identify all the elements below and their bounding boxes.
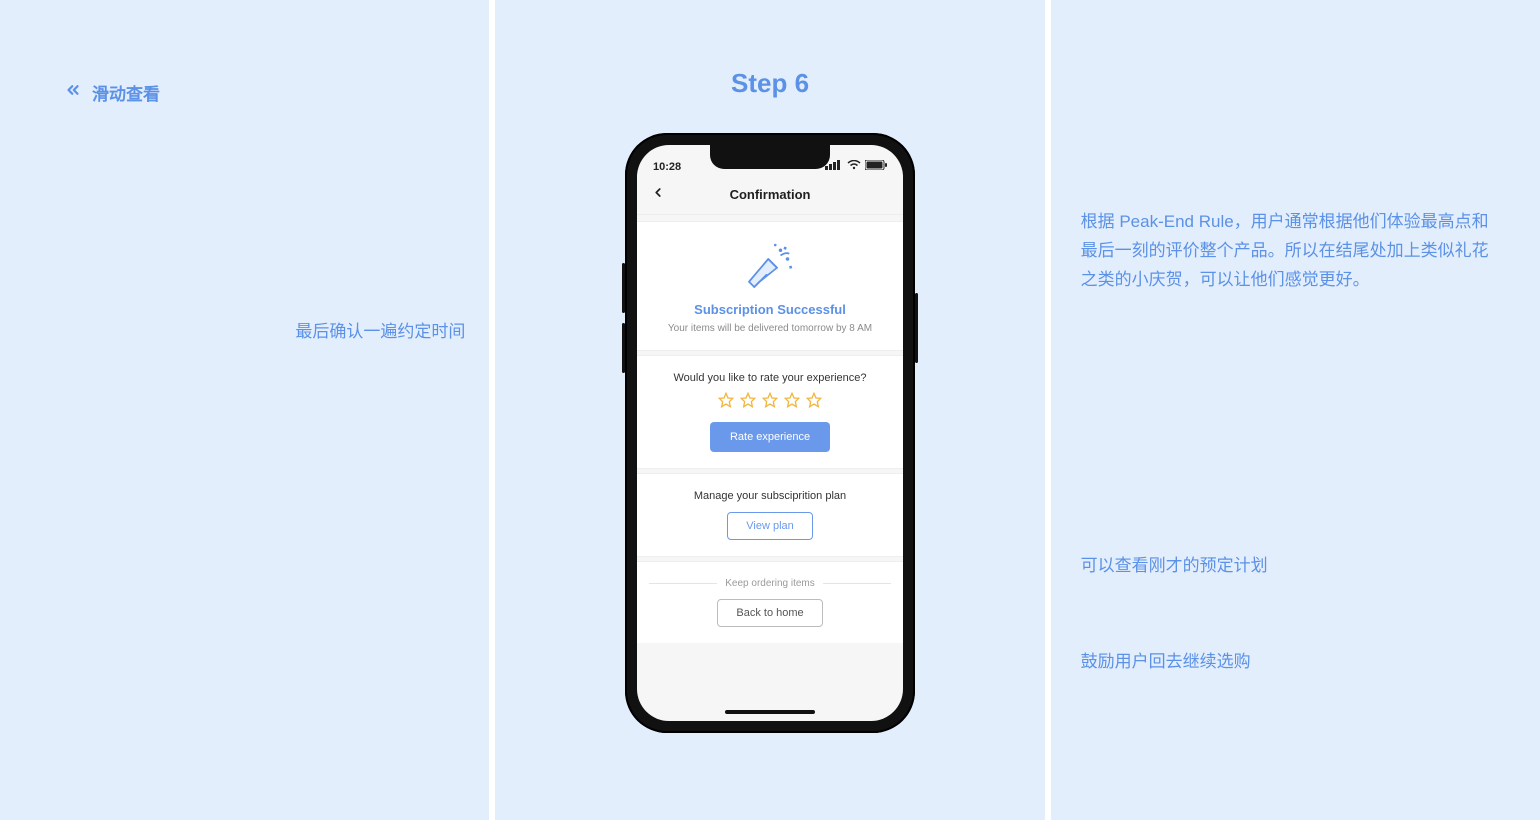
- keep-ordering-separator: Keep ordering items: [649, 578, 891, 589]
- swipe-label: 滑动查看: [92, 80, 160, 105]
- phone-screen: 10:28: [637, 145, 903, 721]
- notch: [710, 145, 830, 169]
- annotation-view-plan: 可以查看刚才的预定计划: [1081, 552, 1268, 581]
- annotation-left-delivery: 最后确认一遍约定时间: [295, 318, 465, 347]
- status-indicators: [825, 160, 887, 173]
- screen-title: Confirmation: [730, 187, 811, 202]
- swipe-hint: 滑动查看: [64, 80, 459, 105]
- app-topbar: Confirmation: [637, 175, 903, 215]
- left-panel: 滑动查看 最后确认一遍约定时间: [0, 0, 489, 820]
- rate-experience-button[interactable]: Rate experience: [710, 422, 830, 452]
- phone-frame: 10:28: [625, 133, 915, 733]
- chevrons-left-icon: [64, 81, 82, 104]
- manage-title: Manage your subsciprition plan: [694, 490, 846, 502]
- home-indicator: [725, 710, 815, 714]
- annotation-back-home: 鼓励用户回去继续选购: [1081, 648, 1251, 677]
- rating-stars[interactable]: [718, 392, 822, 408]
- right-panel: 根据 Peak-End Rule，用户通常根据他们体验最高点和最后一刻的评价整个…: [1051, 0, 1540, 820]
- center-panel: Step 6 10:28: [495, 0, 1044, 820]
- keep-ordering-card: Keep ordering items Back to home: [637, 561, 903, 643]
- view-plan-button[interactable]: View plan: [727, 512, 813, 540]
- back-button[interactable]: [651, 185, 665, 204]
- success-title: Subscription Successful: [694, 302, 846, 317]
- step-title: Step 6: [731, 68, 809, 99]
- keep-ordering-label: Keep ordering items: [725, 578, 815, 589]
- success-card: Subscription Successful Your items will …: [637, 221, 903, 351]
- battery-icon: [865, 160, 887, 173]
- rate-question: Would you like to rate your experience?: [674, 372, 867, 384]
- annotation-peak-end: 根据 Peak-End Rule，用户通常根据他们体验最高点和最后一刻的评价整个…: [1081, 208, 1501, 295]
- rate-card: Would you like to rate your experience? …: [637, 355, 903, 469]
- back-to-home-button[interactable]: Back to home: [717, 599, 822, 627]
- wifi-icon: [847, 160, 861, 173]
- status-time: 10:28: [653, 161, 681, 173]
- manage-card: Manage your subsciprition plan View plan: [637, 473, 903, 557]
- confetti-icon: [742, 238, 798, 294]
- success-subtitle: Your items will be delivered tomorrow by…: [668, 323, 872, 334]
